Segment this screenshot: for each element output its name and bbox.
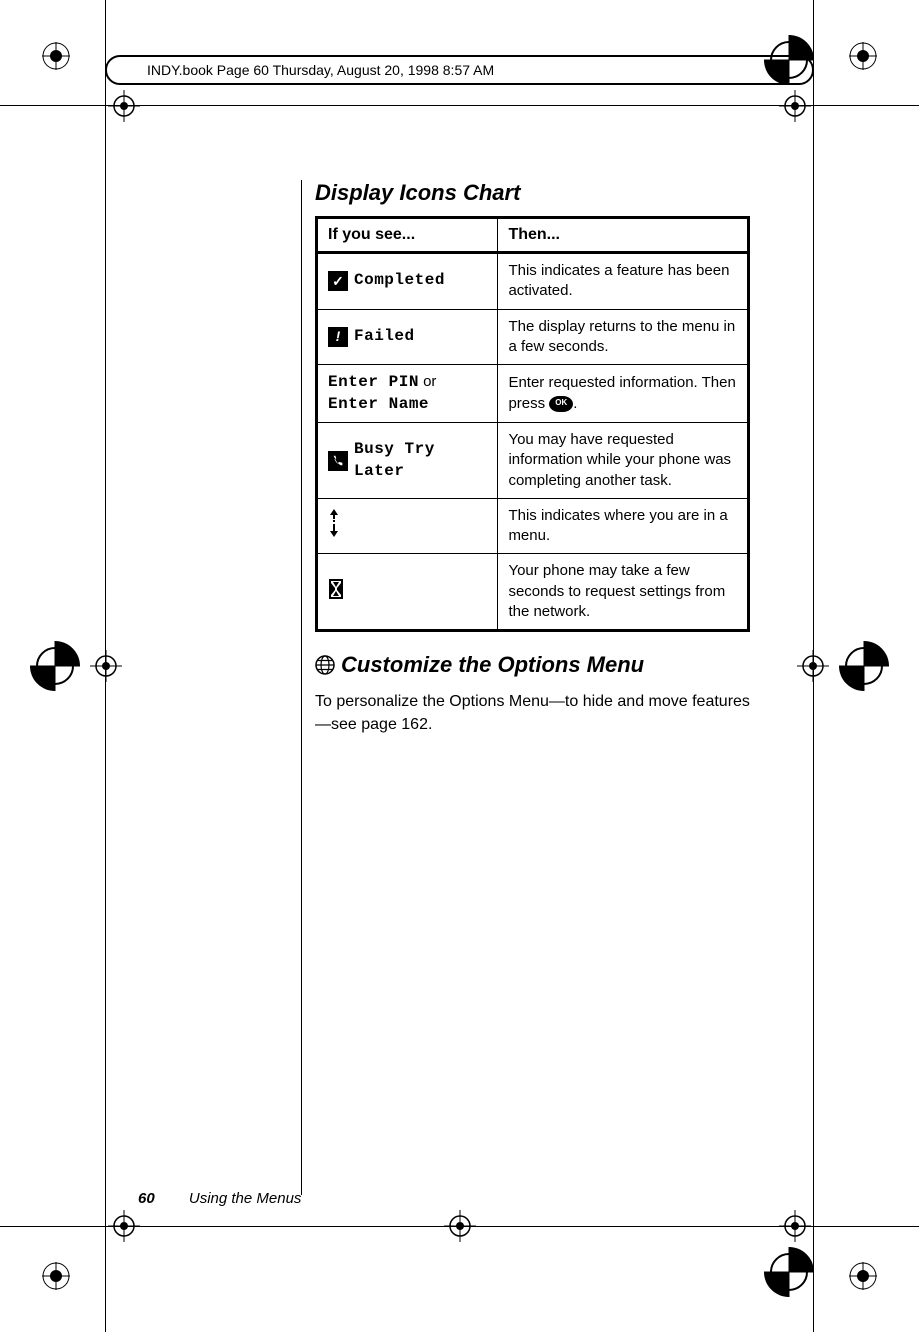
crop-line-top <box>0 105 919 106</box>
enter-name-label: Enter Name <box>328 395 429 413</box>
table-row: Your phone may take a few seconds to req… <box>317 554 749 631</box>
content-divider <box>301 180 302 1195</box>
crosshair-large-icon <box>764 1247 814 1297</box>
header-text: INDY.book Page 60 Thursday, August 20, 1… <box>147 62 494 78</box>
hourglass-icon <box>328 579 344 599</box>
page-content: Display Icons Chart If you see... Then..… <box>315 180 750 737</box>
press-prefix: Enter requested information. Then press <box>508 374 735 411</box>
table-row: ✓ Completed This indicates a feature has… <box>317 253 749 310</box>
crop-line-bottom <box>0 1226 919 1227</box>
row-desc: This indicates where you are in a menu. <box>498 498 749 554</box>
row-desc: This indicates a feature has been activa… <box>498 253 749 310</box>
footer-title: Using the Menus <box>189 1190 302 1207</box>
row-desc: You may have requested information while… <box>498 423 749 499</box>
crosshair-large-icon <box>839 641 889 691</box>
vertical-scroll-icon <box>328 509 340 537</box>
table-row: Busy Try Later You may have requested in… <box>317 423 749 499</box>
table-header-left: If you see... <box>317 218 498 253</box>
globe-icon <box>315 655 335 675</box>
exclamation-icon: ! <box>328 327 348 347</box>
phone-busy-icon <box>328 451 348 471</box>
reg-mark-decoration <box>849 1262 877 1290</box>
row-desc: Your phone may take a few seconds to req… <box>498 554 749 631</box>
crosshair-icon <box>779 90 811 122</box>
table-row: ! Failed The display returns to the menu… <box>317 309 749 365</box>
row-desc: The display returns to the menu in a few… <box>498 309 749 365</box>
table-header-right: Then... <box>498 218 749 253</box>
busy-label: Busy Try Later <box>354 439 487 482</box>
reg-mark-decoration <box>849 42 877 70</box>
ok-key-icon: OK <box>549 396 573 412</box>
crosshair-large-icon <box>30 641 80 691</box>
body-paragraph: To personalize the Options Menu—to hide … <box>315 690 750 736</box>
row-desc: Enter requested information. Then press … <box>498 365 749 423</box>
table-row: This indicates where you are in a menu. <box>317 498 749 554</box>
page-footer: 60 Using the Menus <box>138 1190 301 1207</box>
page-number: 60 <box>138 1190 155 1207</box>
crop-line-right <box>813 0 814 1332</box>
crop-line-left <box>105 0 106 1332</box>
checkmark-icon: ✓ <box>328 271 348 291</box>
section1-heading-text: Display Icons Chart <box>315 180 520 206</box>
enter-pin-label: Enter PIN <box>328 373 419 391</box>
completed-label: Completed <box>354 270 445 292</box>
table-row: Enter PIN or Enter Name Enter requested … <box>317 365 749 423</box>
section2-heading-text: Customize the Options Menu <box>341 652 644 678</box>
icons-chart-table: If you see... Then... ✓ Completed This i… <box>315 216 750 632</box>
reg-mark-decoration <box>42 42 70 70</box>
section-heading-icons-chart: Display Icons Chart <box>315 180 750 206</box>
book-header: INDY.book Page 60 Thursday, August 20, 1… <box>105 55 814 85</box>
failed-label: Failed <box>354 326 415 348</box>
crosshair-icon <box>90 650 122 682</box>
reg-mark-decoration <box>42 1262 70 1290</box>
crosshair-icon <box>108 90 140 122</box>
section-heading-customize: Customize the Options Menu <box>315 652 750 678</box>
press-suffix: . <box>573 395 577 412</box>
or-text: or <box>419 373 437 390</box>
